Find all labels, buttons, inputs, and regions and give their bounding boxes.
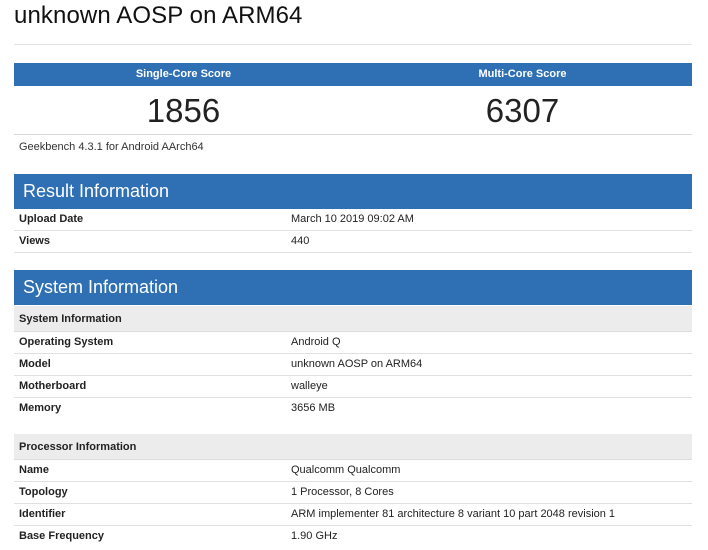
table-row: Motherboard walleye <box>14 376 692 398</box>
table-row: Model unknown AOSP on ARM64 <box>14 354 692 376</box>
row-key: Memory <box>19 402 62 414</box>
system-information-header: System Information <box>14 270 692 305</box>
row-key: Identifier <box>19 508 66 520</box>
row-value: 3656 MB <box>291 402 336 414</box>
row-key: Model <box>19 358 51 370</box>
multi-core-label: Multi-Core Score <box>478 68 567 80</box>
table-row: Views 440 <box>14 231 692 253</box>
table-row: Upload Date March 10 2019 09:02 AM <box>14 209 692 231</box>
table-row: Topology 1 Processor, 8 Cores <box>14 482 692 504</box>
row-key: Base Frequency <box>19 530 104 542</box>
system-information-subheader: System Information <box>14 306 692 332</box>
row-value: 1.90 GHz <box>291 530 338 542</box>
row-key: Topology <box>19 486 68 498</box>
score-header: Single-Core Score Multi-Core Score <box>14 63 692 86</box>
score-values: 1856 6307 <box>14 86 692 135</box>
table-row: Identifier ARM implementer 81 architectu… <box>14 504 692 526</box>
page-title: unknown AOSP on ARM64 <box>14 2 303 29</box>
row-value: 440 <box>291 235 310 247</box>
result-information-header: Result Information <box>14 174 692 209</box>
row-value: unknown AOSP on ARM64 <box>291 358 423 370</box>
row-key: Upload Date <box>19 213 84 225</box>
table-row: Operating System Android Q <box>14 332 692 354</box>
row-key: Views <box>19 235 50 247</box>
geekbench-version: Geekbench 4.3.1 for Android AArch64 <box>19 141 204 153</box>
row-value: walleye <box>291 380 328 392</box>
row-value: Android Q <box>291 336 341 348</box>
row-value: ARM implementer 81 architecture 8 varian… <box>291 508 616 520</box>
row-key: Name <box>19 464 49 476</box>
title-divider <box>14 44 692 45</box>
table-row: Base Frequency 1.90 GHz <box>14 526 692 548</box>
single-core-label: Single-Core Score <box>135 68 232 80</box>
single-core-score: 1856 <box>146 92 221 129</box>
processor-information-subheader: Processor Information <box>14 434 692 460</box>
row-value: Qualcomm Qualcomm <box>291 464 401 476</box>
row-value: March 10 2019 09:02 AM <box>291 213 414 225</box>
table-row: Name Qualcomm Qualcomm <box>14 460 692 482</box>
row-key: Operating System <box>19 336 114 348</box>
table-row: Memory 3656 MB <box>14 398 692 420</box>
row-value: 1 Processor, 8 Cores <box>291 486 394 498</box>
row-key: Motherboard <box>19 380 87 392</box>
multi-core-score: 6307 <box>485 92 560 129</box>
